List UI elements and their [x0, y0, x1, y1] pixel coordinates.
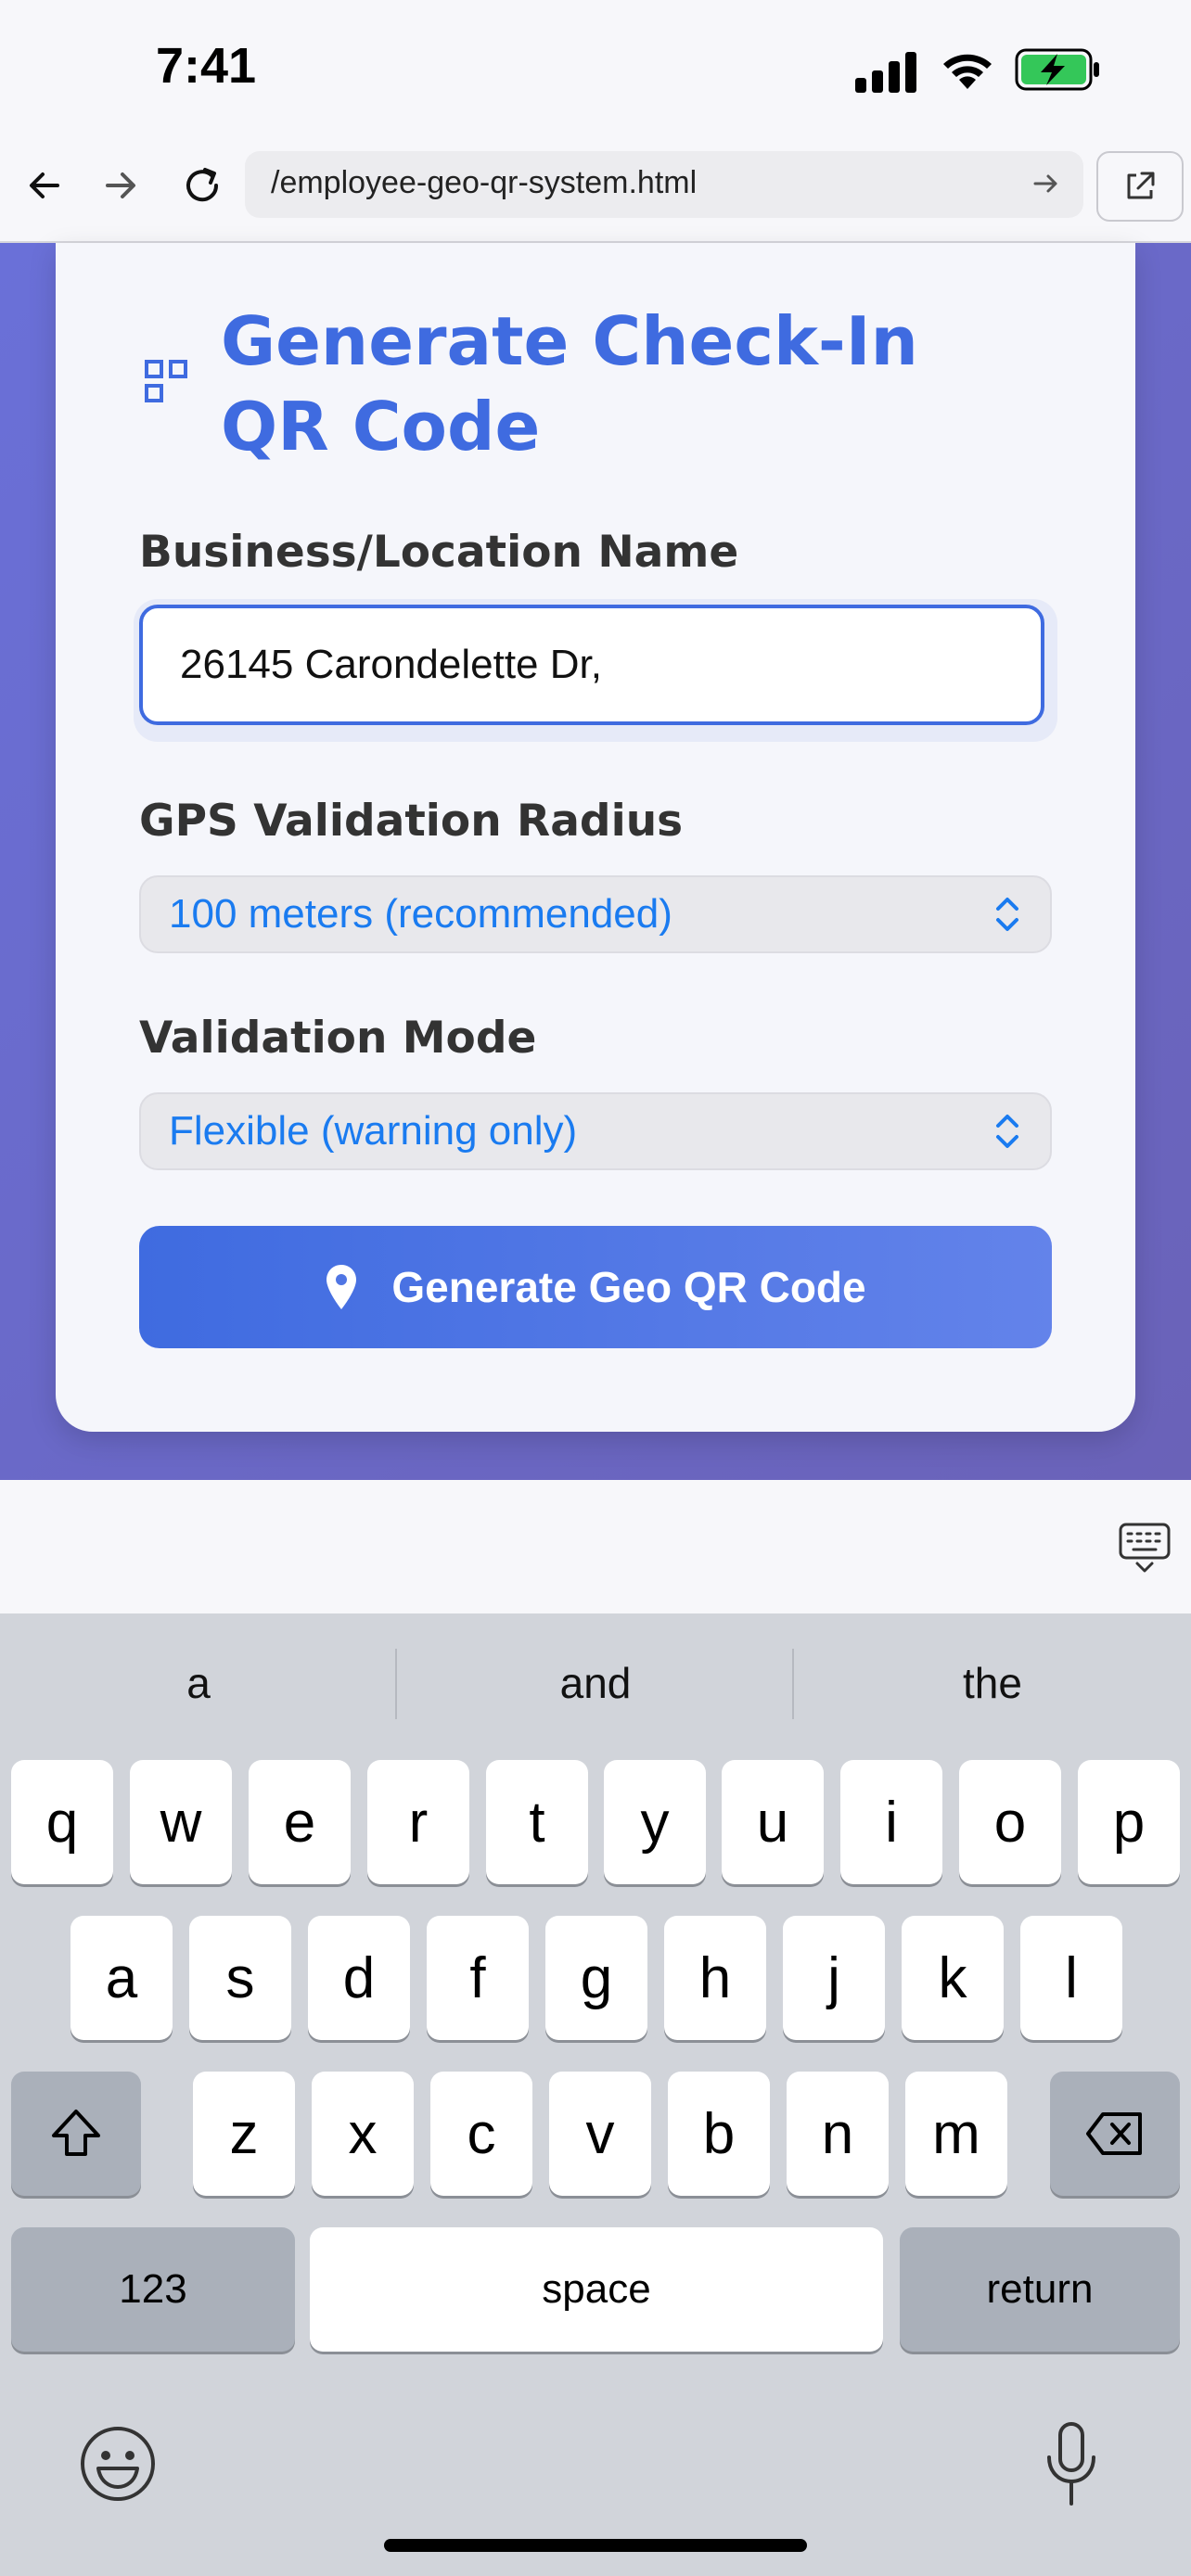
forward-button[interactable] [91, 156, 150, 215]
keyboard-accessory-bar [0, 1480, 1191, 1613]
title-line-1: Generate Check-In [221, 302, 918, 380]
key-g[interactable]: g [545, 1916, 647, 2040]
shift-key[interactable] [11, 2072, 141, 2196]
key-b[interactable]: b [668, 2072, 770, 2196]
key-w[interactable]: w [130, 1760, 232, 1884]
wifi-icon [943, 54, 992, 89]
reload-icon [186, 168, 219, 202]
battery-charging-icon [1015, 48, 1099, 91]
key-n[interactable]: n [787, 2072, 889, 2196]
forward-icon [106, 172, 135, 198]
key-j[interactable]: j [783, 1916, 885, 2040]
go-icon[interactable] [1030, 167, 1063, 200]
back-button[interactable] [15, 156, 74, 215]
key-a[interactable]: a [70, 1916, 173, 2040]
suggestion-2[interactable]: and [401, 1658, 790, 1708]
reload-button[interactable] [173, 156, 232, 215]
key-i[interactable]: i [840, 1760, 942, 1884]
open-external-icon [1127, 172, 1155, 199]
back-icon [30, 172, 59, 198]
location-name-label: Business/Location Name [139, 527, 739, 578]
key-x[interactable]: x [312, 2072, 414, 2196]
key-y[interactable]: y [604, 1760, 706, 1884]
map-pin-icon [327, 1265, 357, 1309]
home-indicator [384, 2539, 807, 2552]
key-f[interactable]: f [427, 1916, 529, 2040]
emoji-icon[interactable] [78, 2424, 158, 2504]
page-title: Generate Check-In QR Code [221, 299, 1018, 469]
key-s[interactable]: s [189, 1916, 291, 2040]
shift-icon [52, 2110, 100, 2156]
delete-key[interactable] [1050, 2072, 1180, 2196]
keyboard-dismiss-icon[interactable] [1119, 1523, 1171, 1575]
select-chevron-icon [996, 898, 1018, 931]
suggestion-1[interactable]: a [4, 1658, 393, 1708]
key-c[interactable]: c [430, 2072, 532, 2196]
open-external-button[interactable] [1096, 151, 1184, 222]
space-key[interactable]: space [310, 2227, 883, 2352]
key-u[interactable]: u [722, 1760, 824, 1884]
key-k[interactable]: k [902, 1916, 1004, 2040]
suggestion-divider [395, 1649, 397, 1719]
backspace-icon [1086, 2112, 1142, 2155]
key-l[interactable]: l [1020, 1916, 1122, 2040]
validation-mode-select[interactable]: Flexible (warning only) [139, 1092, 1052, 1170]
key-m[interactable]: m [905, 2072, 1007, 2196]
key-p[interactable]: p [1078, 1760, 1180, 1884]
signal-icon [855, 52, 916, 93]
status-time: 7:41 [156, 38, 257, 94]
key-t[interactable]: t [486, 1760, 588, 1884]
key-z[interactable]: z [193, 2072, 295, 2196]
url-text[interactable]: /employee-geo-qr-system.html [271, 165, 697, 201]
gps-radius-value: 100 meters (recommended) [169, 891, 672, 937]
key-v[interactable]: v [549, 2072, 651, 2196]
validation-mode-label: Validation Mode [139, 1013, 537, 1064]
suggestion-divider [792, 1649, 794, 1719]
suggestion-3[interactable]: the [798, 1658, 1187, 1708]
key-o[interactable]: o [959, 1760, 1061, 1884]
gps-radius-label: GPS Validation Radius [139, 796, 684, 847]
numbers-key[interactable]: 123 [11, 2227, 295, 2352]
gps-radius-select[interactable]: 100 meters (recommended) [139, 875, 1052, 953]
location-name-input[interactable]: 26145 Carondelette Dr, [139, 605, 1044, 725]
key-e[interactable]: e [249, 1760, 351, 1884]
key-r[interactable]: r [367, 1760, 469, 1884]
return-key[interactable]: return [900, 2227, 1180, 2352]
select-chevron-icon [996, 1115, 1018, 1148]
validation-mode-value: Flexible (warning only) [169, 1108, 578, 1154]
key-d[interactable]: d [308, 1916, 410, 2040]
generate-geo-qr-button[interactable]: Generate Geo QR Code [139, 1226, 1052, 1348]
key-h[interactable]: h [664, 1916, 766, 2040]
generate-button-label: Generate Geo QR Code [391, 1263, 866, 1311]
microphone-icon[interactable] [1041, 2420, 1102, 2509]
qr-code-icon [145, 360, 187, 402]
title-line-2: QR Code [221, 388, 541, 465]
key-q[interactable]: q [11, 1760, 113, 1884]
